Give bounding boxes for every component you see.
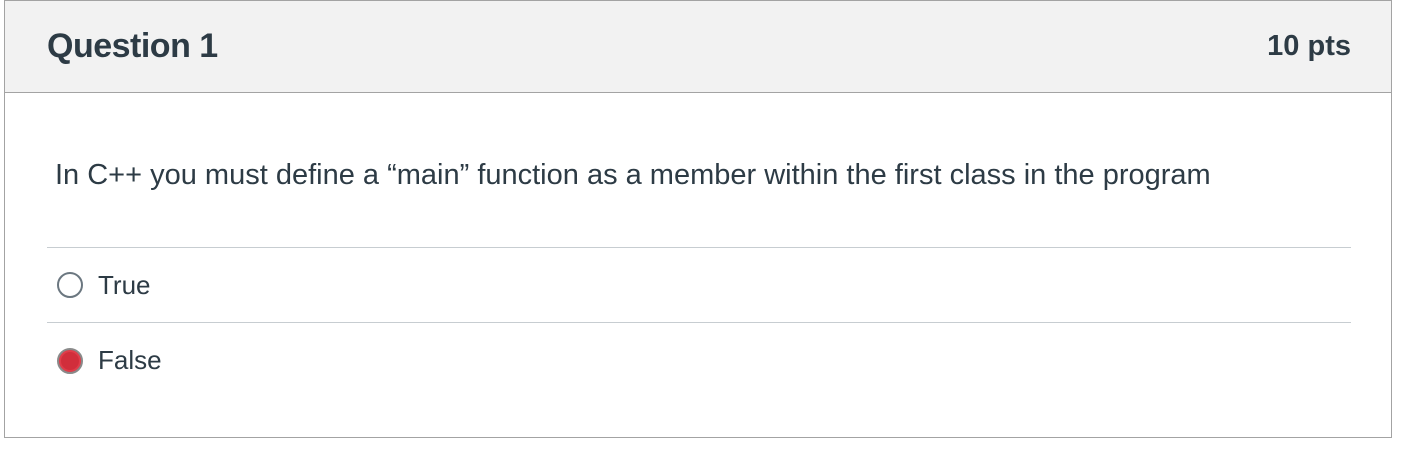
answer-label-false[interactable]: False [98,345,162,376]
answer-option-true[interactable]: True [47,248,1351,323]
question-title: Question 1 [47,27,218,65]
radio-button-false[interactable] [57,347,83,374]
answer-list: True False [47,247,1351,398]
radio-button-true[interactable] [57,272,83,298]
question-card: Question 1 10 pts In C++ you must define… [4,0,1392,438]
question-body: In C++ you must define a “main” function… [5,93,1391,398]
question-text: In C++ you must define a “main” function… [55,159,1211,191]
question-header: Question 1 10 pts [5,1,1391,93]
question-points: 10 pts [1267,30,1351,62]
answer-option-false[interactable]: False [47,323,1351,398]
answer-label-true[interactable]: True [98,270,151,301]
